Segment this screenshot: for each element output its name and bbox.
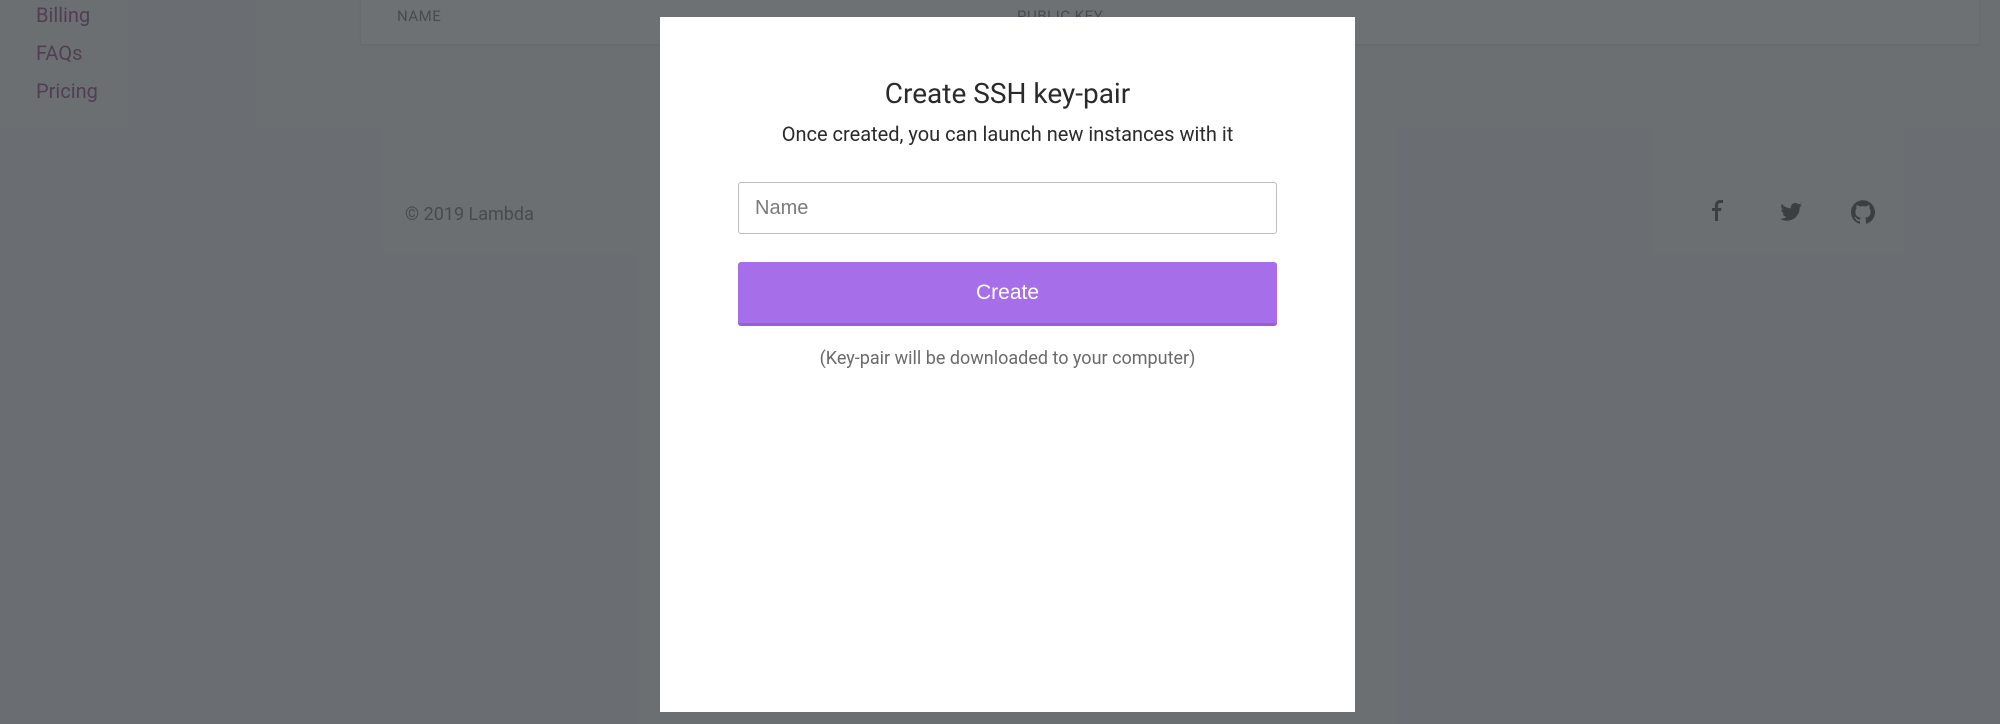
modal-title: Create SSH key-pair (738, 77, 1277, 110)
key-name-input[interactable] (738, 182, 1277, 234)
modal-subtitle: Once created, you can launch new instanc… (738, 122, 1277, 146)
create-button[interactable]: Create (738, 262, 1277, 326)
create-ssh-key-modal: Create SSH key-pair Once created, you ca… (660, 17, 1355, 712)
download-hint: (Key-pair will be downloaded to your com… (738, 348, 1277, 369)
